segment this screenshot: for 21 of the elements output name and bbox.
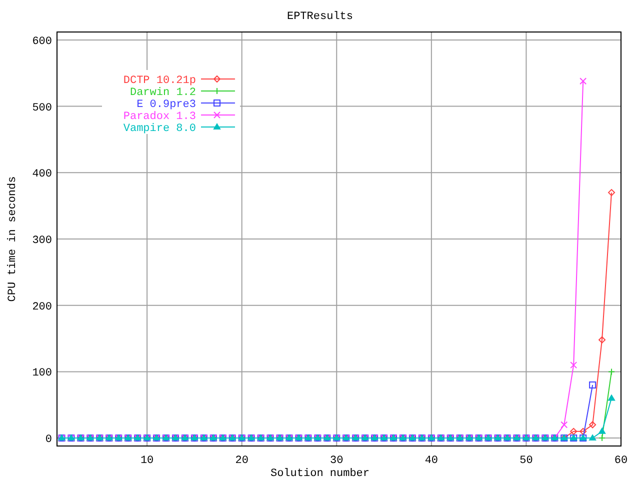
legend-label: DCTP 10.21p (123, 75, 196, 87)
tick-label: 20 (235, 455, 248, 467)
legend-label: Vampire 8.0 (123, 123, 196, 135)
legend-label: E 0.9pre3 (136, 99, 196, 111)
tick-label: 30 (330, 455, 344, 467)
tick-label: 500 (32, 102, 52, 114)
tick-label: 60 (614, 455, 628, 467)
tick-label: 10 (140, 455, 154, 467)
legend-label: Darwin 1.2 (130, 87, 196, 99)
legend-label: Paradox 1.3 (123, 111, 196, 123)
tick-label: 300 (32, 235, 52, 247)
tick-label: 100 (32, 368, 52, 380)
tick-label: 50 (520, 455, 533, 467)
axis-label: Solution number (270, 468, 370, 480)
chart-title: EPTResults (287, 11, 353, 23)
axis-label: CPU time in seconds (7, 176, 19, 302)
tick-label: 40 (424, 455, 438, 467)
tick-label: 600 (32, 36, 52, 48)
tick-label: 400 (32, 168, 52, 181)
tick-label: 0 (45, 434, 52, 446)
tick-label: 200 (32, 301, 52, 314)
